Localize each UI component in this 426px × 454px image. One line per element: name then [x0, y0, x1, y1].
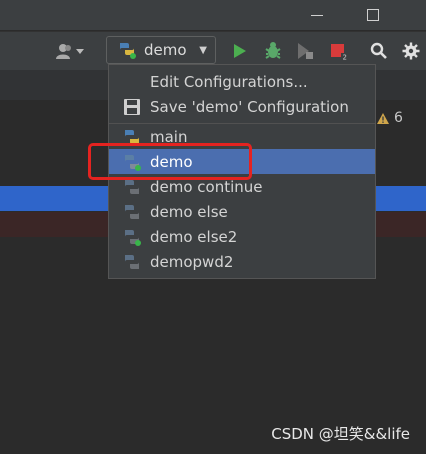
- search-icon: [370, 42, 387, 59]
- config-item-label: demo continue: [150, 177, 263, 196]
- config-item-main[interactable]: main: [109, 124, 375, 149]
- config-item-demo-continue[interactable]: demo continue: [109, 174, 375, 199]
- config-item-demo[interactable]: demo: [109, 149, 375, 174]
- coverage-icon: [298, 43, 313, 59]
- python-icon: [125, 205, 139, 219]
- run-button[interactable]: [230, 40, 250, 62]
- debug-button[interactable]: [262, 40, 284, 62]
- save-icon: [124, 99, 140, 115]
- config-item-label: main: [150, 127, 188, 146]
- chevron-down-icon: ▼: [199, 44, 207, 56]
- search-button[interactable]: [368, 40, 390, 62]
- stop-button[interactable]: 2: [328, 40, 350, 62]
- gear-icon: [402, 42, 420, 60]
- config-item-demo-else[interactable]: demo else: [109, 199, 375, 224]
- coverage-button[interactable]: [294, 40, 316, 62]
- menu-item-label: Save 'demo' Configuration: [150, 97, 349, 116]
- inspection-warnings[interactable]: 6: [376, 110, 403, 126]
- user-icon: [56, 44, 84, 59]
- python-icon: [120, 43, 136, 59]
- menu-item-label: Edit Configurations...: [150, 72, 308, 91]
- run-icon: [234, 44, 246, 58]
- maximize-icon[interactable]: [362, 4, 384, 26]
- watermark: CSDN @坦笑&&life: [271, 425, 410, 443]
- menu-item-save-configuration[interactable]: Save 'demo' Configuration: [109, 94, 375, 119]
- warning-icon: [377, 112, 389, 124]
- config-item-demopwd2[interactable]: demopwd2: [109, 249, 375, 274]
- config-item-label: demopwd2: [150, 252, 234, 271]
- stop-icon: 2: [331, 44, 348, 62]
- run-configuration-dropdown: Edit Configurations... Save 'demo' Confi…: [108, 64, 376, 279]
- settings-button[interactable]: [400, 40, 422, 62]
- python-icon: [125, 230, 141, 246]
- python-icon: [125, 255, 139, 269]
- debug-icon: [265, 42, 281, 59]
- svg-text:2: 2: [343, 54, 347, 62]
- user-menu-button[interactable]: [52, 40, 86, 62]
- window-titlebar: [0, 0, 426, 30]
- config-item-demo-else2[interactable]: demo else2: [109, 224, 375, 249]
- warning-count: 6: [394, 110, 403, 126]
- python-icon: [125, 180, 139, 194]
- config-item-label: demo else: [150, 202, 228, 221]
- run-configuration-combo[interactable]: demo ▼: [106, 36, 216, 64]
- menu-item-edit-configurations[interactable]: Edit Configurations...: [109, 69, 375, 94]
- python-icon: [125, 155, 141, 171]
- python-icon: [125, 130, 139, 144]
- config-item-label: demo: [150, 152, 193, 171]
- minimize-icon[interactable]: [306, 4, 328, 26]
- config-item-label: demo else2: [150, 227, 238, 246]
- run-configuration-label: demo: [144, 41, 187, 59]
